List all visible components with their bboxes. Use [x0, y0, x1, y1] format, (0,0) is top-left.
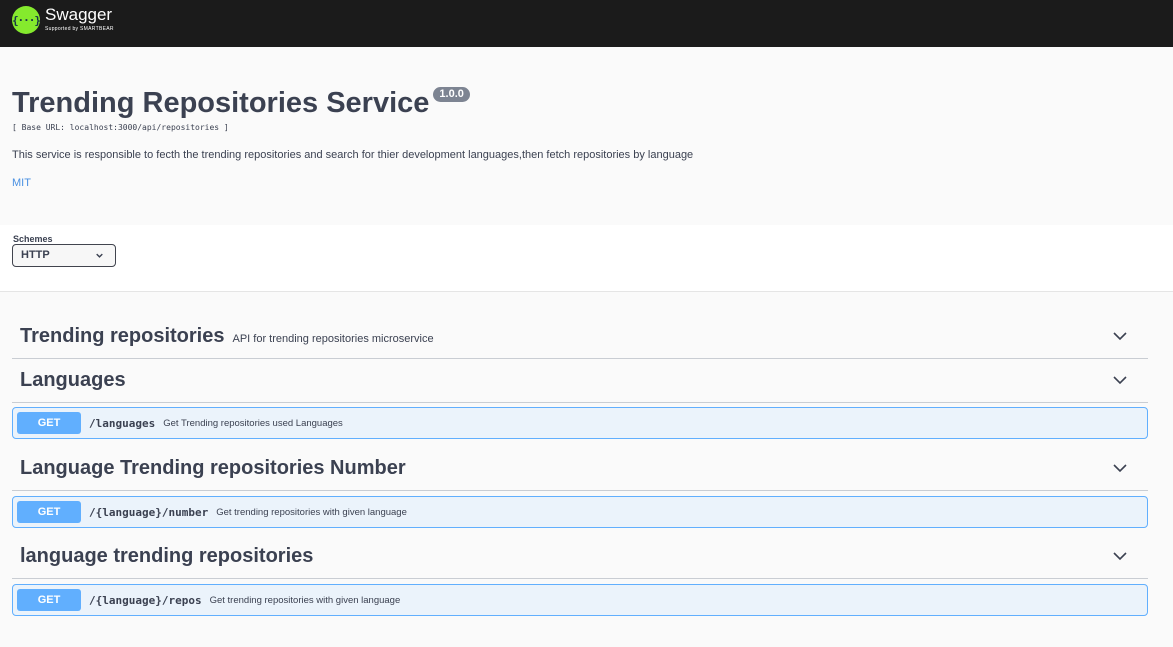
tag-description: API for trending repositories microservi… [232, 332, 434, 345]
logo-text: Swagger Supported by SMARTBEAR [45, 6, 114, 34]
operation-summary: Get Trending repositories used Languages [163, 417, 343, 429]
swagger-logo[interactable]: {···} Swagger Supported by SMARTBEAR [12, 6, 114, 34]
operation-summary: Get trending repositories with given lan… [209, 594, 401, 606]
operation-get-languages[interactable]: GET /languages Get Trending repositories… [12, 407, 1148, 439]
chevron-down-icon [96, 253, 103, 258]
chevron-down-icon[interactable] [1112, 550, 1128, 562]
tag-name: Languages [20, 369, 126, 391]
operation-get-language-number[interactable]: GET /{language}/number Get trending repo… [12, 496, 1148, 528]
tag-language-trending-repositories-number[interactable]: Language Trending repositories Number [12, 447, 1148, 491]
page-title: Trending Repositories Service [12, 87, 430, 119]
tag-language-trending-repositories[interactable]: language trending repositories [12, 535, 1148, 579]
schemes-selected-value: HTTP [21, 249, 50, 261]
license-link[interactable]: MIT [12, 177, 1152, 189]
schemes-label: Schemes [13, 234, 53, 244]
operation-get-language-repos[interactable]: GET /{language}/repos Get trending repos… [12, 584, 1148, 616]
chevron-down-icon[interactable] [1112, 374, 1128, 386]
api-info: Trending Repositories Service 1.0.0 [ Ba… [12, 86, 1152, 189]
chevron-down-icon[interactable] [1112, 330, 1128, 342]
operation-path: /{language}/number [89, 505, 209, 519]
operation-path: /{language}/repos [89, 593, 202, 607]
tag-name: language trending repositories [20, 545, 314, 567]
chevron-down-icon[interactable] [1112, 462, 1128, 474]
schemes-select[interactable]: HTTP [12, 244, 116, 267]
method-badge: GET [17, 501, 81, 523]
tag-languages[interactable]: Languages [12, 359, 1148, 403]
method-badge: GET [17, 412, 81, 434]
scheme-container: Schemes HTTP [0, 225, 1173, 292]
version-badge: 1.0.0 [433, 87, 470, 102]
tag-name: Trending repositories [20, 325, 225, 347]
tag-name: Language Trending repositories Number [20, 457, 406, 479]
swagger-logo-icon: {···} [12, 6, 41, 34]
logo-title: Swagger [45, 5, 113, 24]
operation-path: /languages [89, 416, 156, 430]
operation-summary: Get trending repositories with given lan… [216, 506, 407, 518]
topbar: {···} Swagger Supported by SMARTBEAR [0, 0, 1173, 47]
logo-subtitle: Supported by SMARTBEAR [45, 26, 114, 32]
title-row: Trending Repositories Service 1.0.0 [12, 86, 1152, 120]
method-badge: GET [17, 589, 81, 611]
base-url: [ Base URL: localhost:3000/api/repositor… [12, 123, 229, 132]
tag-trending-repositories[interactable]: Trending repositories API for trending r… [12, 315, 1148, 359]
api-description: This service is responsible to fecth the… [12, 149, 694, 161]
